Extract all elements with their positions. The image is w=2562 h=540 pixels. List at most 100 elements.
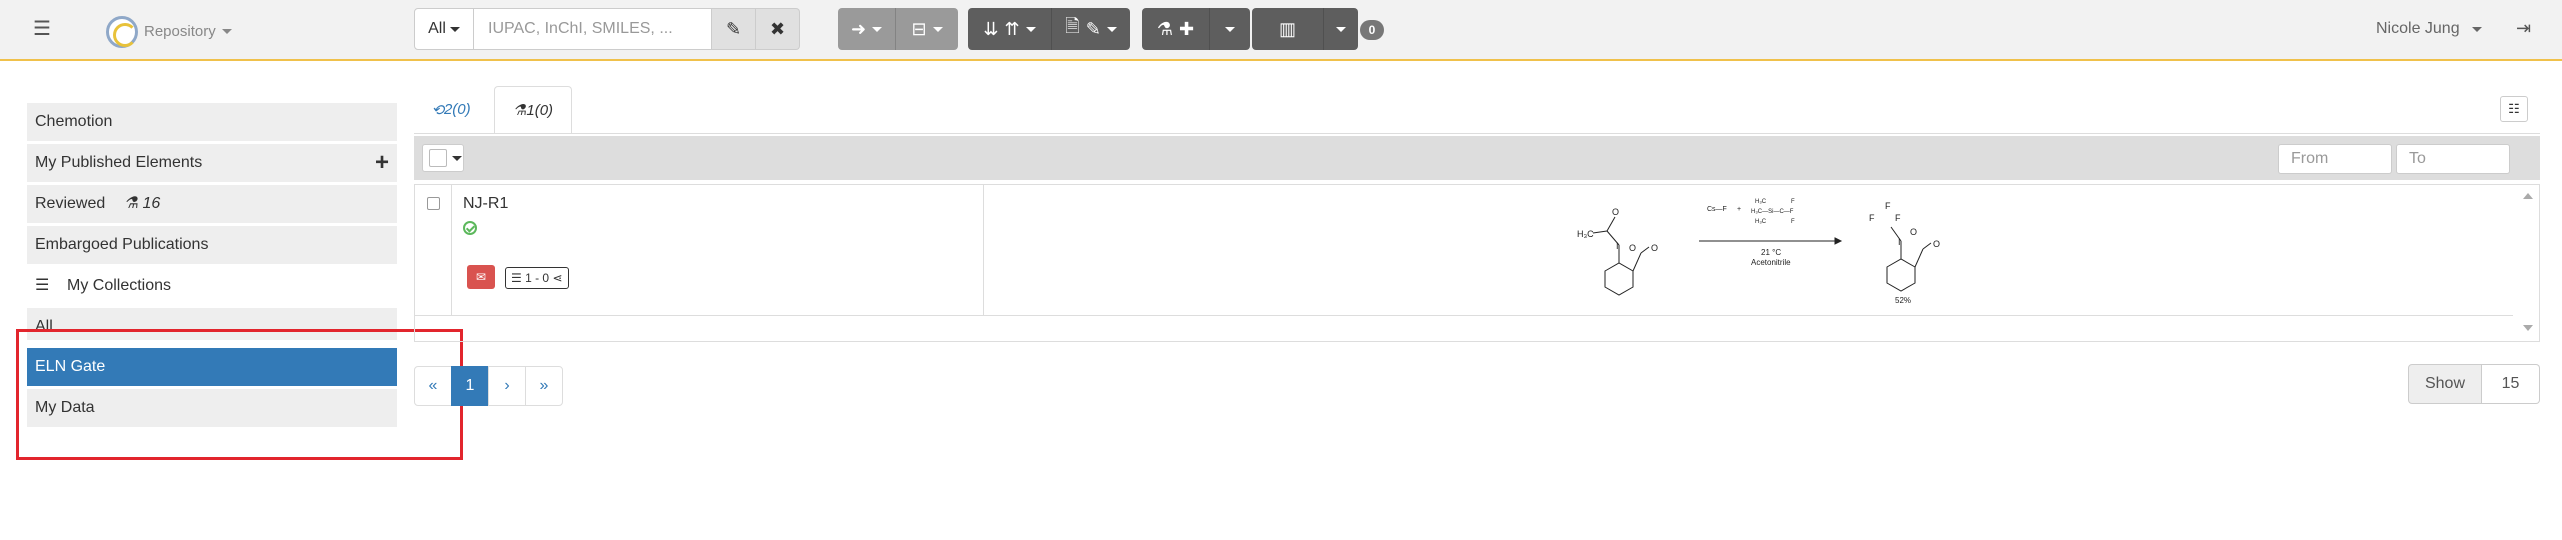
search-bar: All ✎ ✖: [414, 8, 800, 50]
svg-text:O: O: [1933, 239, 1940, 249]
search-input[interactable]: [474, 8, 712, 50]
svg-text:I: I: [1898, 237, 1901, 247]
sidebar-item-embargoed-publications[interactable]: Embargoed Publications: [27, 226, 397, 264]
sign-out-icon[interactable]: ⇥: [2516, 18, 2536, 38]
svg-text:F: F: [1895, 213, 1901, 223]
condition-temperature: 21 °C: [1761, 248, 1781, 257]
svg-text:I: I: [1616, 241, 1619, 251]
page-button-1[interactable]: 1: [451, 366, 489, 406]
collection-badge[interactable]: ☰ 1 - 0 ⋖: [505, 267, 569, 289]
select-all-dropdown[interactable]: [422, 144, 464, 172]
sidebar-item-my-published-elements[interactable]: My Published Elements +: [27, 144, 397, 182]
svg-text:H₃C: H₃C: [1577, 229, 1594, 239]
svg-text:F: F: [1791, 219, 1795, 225]
notification-badge[interactable]: 0: [1360, 20, 1384, 40]
chevron-down-icon: [449, 26, 460, 32]
svg-text:O: O: [1629, 243, 1636, 253]
chevron-down-icon: [452, 155, 462, 161]
svg-text:H₃C: H₃C: [1755, 219, 1767, 225]
svg-text:+: +: [1737, 206, 1741, 213]
tab-reactions[interactable]: ⟲ 2(0): [420, 86, 482, 133]
barcode-scan-button[interactable]: ▥: [1252, 8, 1324, 50]
svg-text:O: O: [1651, 243, 1658, 253]
tab-divider: [414, 133, 2540, 134]
create-dropdown-button[interactable]: [1210, 8, 1250, 50]
chevron-down-icon[interactable]: [2472, 27, 2482, 32]
chevron-down-icon[interactable]: [222, 29, 232, 34]
pagination: « 1 › »: [414, 366, 563, 406]
sidebar-item-label: Chemotion: [35, 113, 113, 130]
column-settings-button[interactable]: ☷: [2500, 96, 2528, 122]
svg-text:O: O: [1612, 207, 1619, 217]
search-scope-label: All: [428, 20, 446, 37]
first-page-button[interactable]: «: [414, 366, 452, 406]
export-icon: ⇈: [1004, 18, 1020, 39]
sidebar-item-my-collections[interactable]: ☰ My Collections: [27, 267, 397, 305]
search-scope-dropdown[interactable]: All: [414, 8, 474, 50]
chevron-down-icon: [1225, 26, 1235, 32]
page-size-control: Show 15: [2408, 364, 2540, 404]
import-icon: ⇊: [983, 18, 999, 39]
sidebar-item-chemotion[interactable]: Chemotion: [27, 103, 397, 141]
flask-icon: ⚗: [512, 102, 527, 119]
list-icon[interactable]: ☰: [32, 19, 52, 39]
page-size-label: Show: [2408, 364, 2482, 404]
remove-button[interactable]: ⊟: [896, 8, 958, 50]
scan-dropdown-button[interactable]: [1324, 8, 1358, 50]
select-all-checkbox[interactable]: [429, 149, 447, 167]
red-envelope-button[interactable]: ✉: [467, 265, 495, 289]
svg-text:H₃C: H₃C: [1755, 199, 1767, 205]
import-export-toolbar: ⇊ ⇈ 🗎 ✎: [968, 8, 1130, 50]
row-divider: [983, 185, 984, 315]
svg-text:H₃C—Si—C—F: H₃C—Si—C—F: [1751, 209, 1794, 215]
sidebar-item-label: Reviewed: [35, 195, 106, 212]
chevron-down-icon: [1106, 26, 1117, 32]
tab-label: 1(0): [526, 101, 554, 119]
date-to-input[interactable]: [2396, 144, 2510, 174]
tab-samples[interactable]: ⚗ 1(0): [494, 86, 572, 133]
row-scrollbar[interactable]: [2515, 185, 2539, 341]
row-checkbox[interactable]: [427, 197, 440, 210]
chevron-down-icon: [1336, 26, 1346, 32]
sidebar-item-label: My Published Elements: [35, 154, 203, 171]
sidebar-item-reviewed[interactable]: Reviewed ⚗ 16: [27, 185, 397, 223]
reaction-yield: 52%: [1895, 296, 1911, 305]
scroll-down-icon[interactable]: [2523, 325, 2533, 331]
import-export-button[interactable]: ⇊ ⇈: [968, 8, 1052, 50]
pencil-icon: ✎: [725, 18, 742, 39]
move-button[interactable]: ➜: [838, 8, 896, 50]
flask-icon: ⚗: [123, 195, 139, 212]
search-edit-button[interactable]: ✎: [712, 8, 756, 50]
date-from-input[interactable]: [2278, 144, 2392, 174]
reaction-name[interactable]: NJ-R1: [463, 195, 508, 213]
collection-count: 1 - 0: [525, 271, 550, 285]
create-sample-button[interactable]: ⚗ ✚: [1142, 8, 1210, 50]
report-button[interactable]: 🗎 ✎: [1052, 8, 1130, 50]
sidebar-item-label: My Collections: [67, 277, 172, 294]
svg-text:Cs—F: Cs—F: [1707, 206, 1727, 213]
row-divider: [451, 185, 452, 315]
svg-text:O: O: [1910, 227, 1917, 237]
sliders-icon: ☷: [2508, 101, 2520, 116]
chemotion-logo[interactable]: [106, 16, 138, 48]
last-page-button[interactable]: »: [525, 366, 563, 406]
next-page-button[interactable]: ›: [488, 366, 526, 406]
plus-icon: ✚: [1179, 18, 1195, 39]
table-row[interactable]: NJ-R1 ✉ ☰ 1 - 0 ⋖ H₃C O I O O Cs—F + H₃C…: [414, 184, 2540, 342]
list-icon: ☰: [35, 277, 50, 294]
scroll-up-icon[interactable]: [2523, 193, 2533, 199]
highlight-box: [16, 329, 463, 460]
plus-icon[interactable]: +: [375, 144, 389, 182]
scan-toolbar: ▥: [1252, 8, 1358, 50]
list-icon: ☰: [511, 271, 526, 285]
search-clear-button[interactable]: ✖: [756, 8, 800, 50]
list-header: [414, 136, 2540, 180]
page-size-input[interactable]: 15: [2482, 364, 2540, 404]
reaction-icon: ⟲: [431, 101, 444, 119]
user-menu[interactable]: Nicole Jung: [2376, 20, 2460, 38]
reviewed-count: 16: [142, 195, 161, 212]
reaction-scheme-image[interactable]: H₃C O I O O Cs—F + H₃C H₃C—Si—C—F H₃C F …: [1565, 191, 1985, 311]
status-check-icon: [463, 221, 477, 235]
chevron-down-icon: [872, 26, 883, 32]
repository-menu[interactable]: Repository: [144, 23, 216, 40]
